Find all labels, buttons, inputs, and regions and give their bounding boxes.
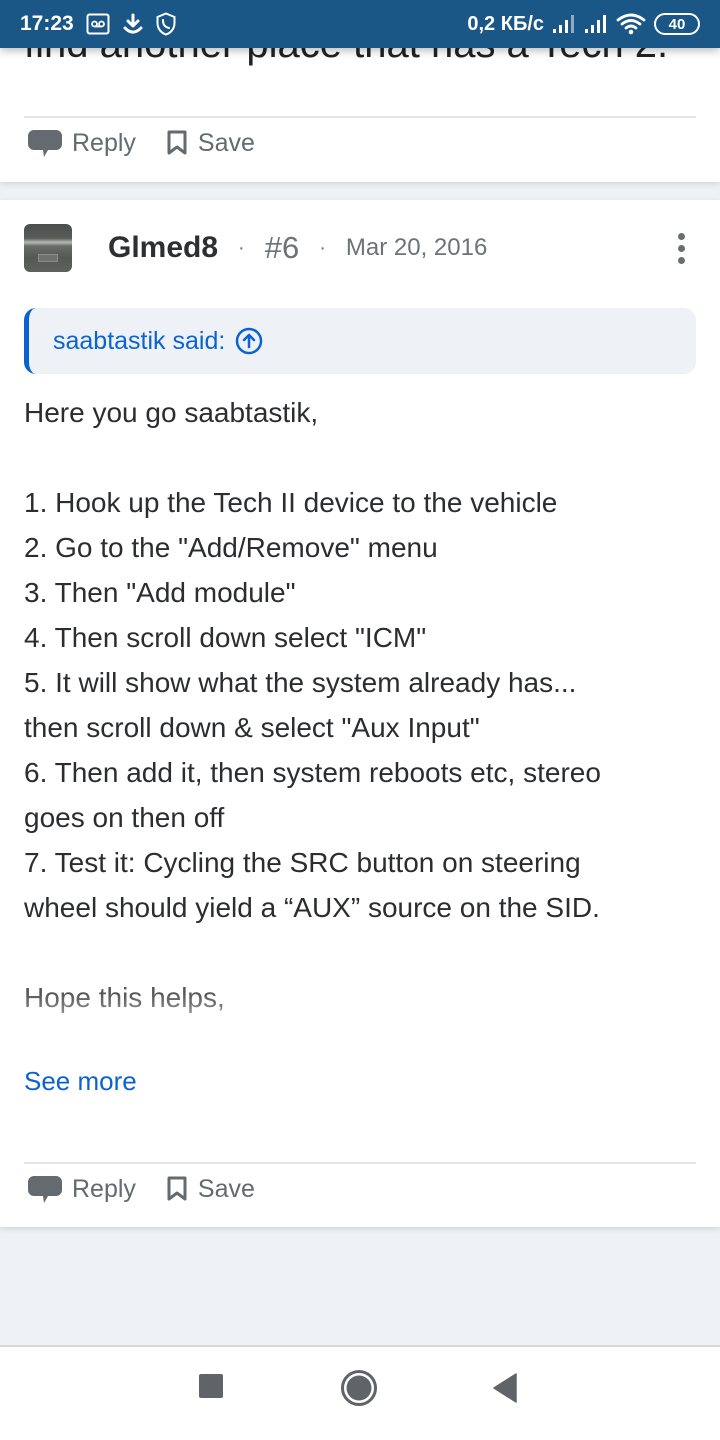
divider [24,1162,696,1164]
reply-button[interactable]: Reply [28,128,136,158]
dot [677,244,685,252]
previous-post-actions: Reply Save [28,128,285,158]
post-header: Glmed8 · #6 · Mar 20, 2016 [24,224,696,272]
body-line: goes on then off [24,802,225,833]
bookmark-icon [167,1176,187,1201]
more-options-button[interactable] [666,228,696,268]
body-line: wheel should yield a “AUX” source on the… [24,892,600,923]
signal-icon [584,14,608,34]
recents-button[interactable] [198,1373,224,1399]
signal-icon [552,14,576,34]
body-line: 2. Go to the "Add/Remove" menu [24,532,438,563]
arrow-up-circle-icon[interactable] [235,327,263,355]
divider [24,116,696,118]
reply-label: Reply [72,1174,136,1203]
body-line: Hope this helps, [24,982,225,1013]
save-button[interactable]: Save [166,129,255,158]
dot [677,232,685,240]
save-button[interactable]: Save [166,1175,255,1204]
reply-button[interactable]: Reply [28,1174,136,1204]
back-button[interactable] [492,1373,518,1403]
dot [677,256,685,264]
body-line: 5. It will show what the system already … [24,667,577,698]
post-date: Mar 20, 2016 [345,234,488,261]
post-card: Glmed8 · #6 · Mar 20, 2016 saabtastik sa… [0,200,720,1227]
separator: · [319,236,326,259]
back-triangle-icon [493,1373,517,1403]
home-button[interactable] [340,1369,378,1407]
body-line: 6. Then add it, then system reboots etc,… [24,757,601,788]
body-line: 4. Then scroll down select "ICM" [24,622,427,653]
network-speed: 0,2 КБ/с [467,12,544,35]
separator: · [238,236,245,259]
reply-label: Reply [72,128,136,157]
wifi-icon [616,13,646,35]
bookmark-icon [167,130,187,155]
body-line: 1. Hook up the Tech II device to the veh… [24,487,558,518]
voicemail-icon [86,13,110,35]
quote-author[interactable]: saabtastik said: [53,327,225,356]
page: find another place that has a Tech 2. Re… [0,0,720,1345]
shield-icon [156,12,176,36]
speech-bubble-icon [28,130,62,157]
post-number[interactable]: #6 [265,230,299,266]
save-label: Save [197,1174,255,1203]
battery-icon: 40 [654,13,700,35]
post-body: Here you go saabtastik, 1. Hook up the Te… [24,390,700,1020]
battery-level: 40 [668,15,686,33]
circle-icon [341,1370,377,1406]
body-line: 3. Then "Add module" [24,577,296,608]
clock: 17:23 [20,12,74,35]
status-bar: 17:23 0,2 КБ/с 40 [0,0,720,48]
post-actions: Reply Save [28,1174,285,1204]
square-icon [199,1374,223,1398]
body-line: then scroll down & select "Aux Input" [24,712,480,743]
username[interactable]: Glmed8 [108,231,218,265]
see-more-link[interactable]: See more [24,1066,137,1097]
quote-block[interactable]: saabtastik said: [24,308,696,374]
body-line: Here you go saabtastik, [24,397,319,428]
body-line: 7. Test it: Cycling the SRC button on st… [24,847,581,878]
navigation-bar [0,1345,720,1440]
save-label: Save [197,128,255,157]
speech-bubble-icon [28,1176,62,1203]
avatar[interactable] [24,224,72,272]
download-icon [122,13,144,35]
